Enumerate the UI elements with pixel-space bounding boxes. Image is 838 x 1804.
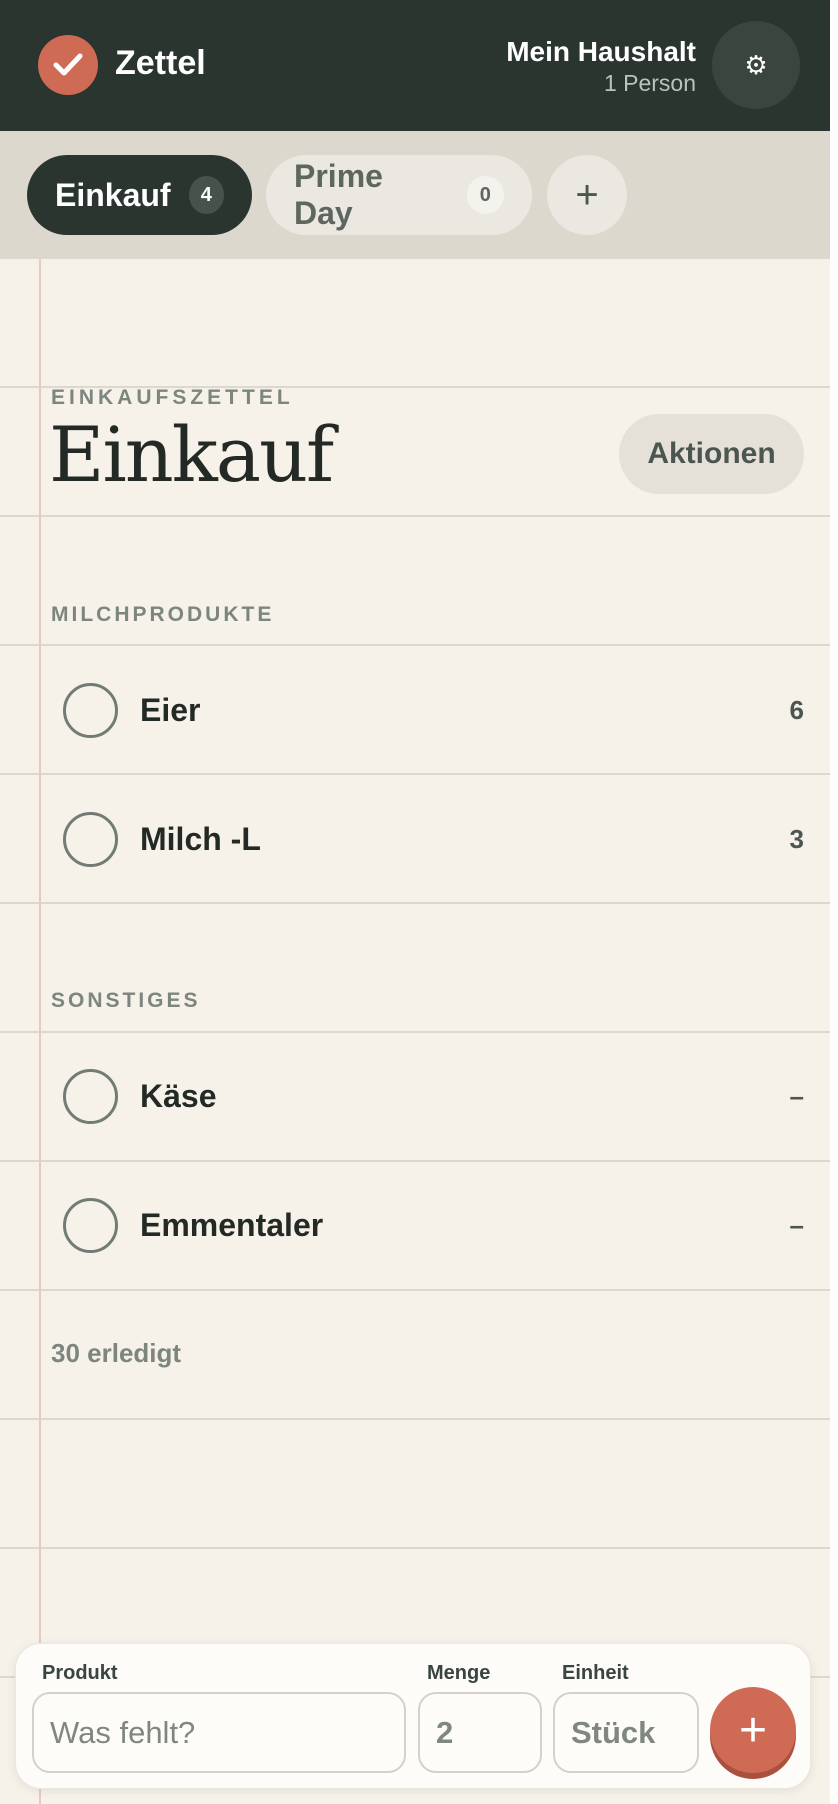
item-quantity: – <box>789 1080 804 1111</box>
checkmark-icon <box>38 35 98 95</box>
list-eyebrow: EINKAUFSZETTEL <box>51 386 294 409</box>
paper-margin-line <box>39 259 41 1804</box>
item-checkbox[interactable] <box>63 1068 118 1124</box>
page-title: Einkauf <box>49 410 334 499</box>
category-heading: SONSTIGES <box>51 989 201 1012</box>
list-tabs: Einkauf 4 Prime Day 0 + <box>0 131 830 259</box>
category-heading: MILCHPRODUKTE <box>51 603 275 626</box>
list-item[interactable]: Emmentaler – <box>41 1162 811 1288</box>
tab-count-badge: 4 <box>188 176 224 214</box>
tab-count-badge: 0 <box>466 176 504 214</box>
household-members: 1 Person <box>603 70 696 96</box>
item-quantity: 6 <box>789 694 804 725</box>
item-quantity: 3 <box>789 823 804 854</box>
app: Zettel Mein Haushalt 1 Person ⚙ Einkauf … <box>0 0 830 1804</box>
item-checkbox[interactable] <box>63 811 118 867</box>
add-item-form: Produkt Menge Einheit + <box>15 1643 811 1789</box>
product-label: Produkt <box>42 1662 118 1684</box>
scrollbar[interactable] <box>830 0 838 1804</box>
app-header: Zettel Mein Haushalt 1 Person ⚙ <box>0 0 830 131</box>
item-quantity: – <box>789 1209 804 1240</box>
household-name[interactable]: Mein Haushalt <box>506 36 696 68</box>
list-item[interactable]: Käse – <box>41 1033 811 1159</box>
item-name: Käse <box>140 1077 217 1114</box>
plus-icon: + <box>738 1703 768 1757</box>
list-item[interactable]: Eier 6 <box>41 647 811 773</box>
item-name: Eier <box>140 691 201 728</box>
app-title: Zettel <box>115 44 206 82</box>
unit-input[interactable] <box>553 1692 699 1773</box>
tab-prime-day[interactable]: Prime Day 0 <box>266 155 532 235</box>
add-item-button[interactable]: + <box>710 1687 796 1773</box>
product-input[interactable] <box>32 1692 406 1773</box>
quantity-input[interactable] <box>418 1692 542 1773</box>
list-item[interactable]: Milch -L 3 <box>41 776 811 902</box>
quantity-label: Menge <box>427 1662 491 1684</box>
settings-button[interactable]: ⚙ <box>712 21 800 109</box>
tab-einkauf[interactable]: Einkauf 4 <box>27 155 252 235</box>
actions-button[interactable]: Aktionen <box>619 414 804 494</box>
tab-label: Prime Day <box>294 158 383 231</box>
item-checkbox[interactable] <box>63 682 118 738</box>
done-count-toggle[interactable]: 30 erledigt <box>51 1338 181 1369</box>
item-name: Emmentaler <box>140 1206 324 1243</box>
gear-icon: ⚙ <box>744 49 768 80</box>
tab-label: Einkauf <box>55 176 171 213</box>
plus-icon: + <box>575 172 599 217</box>
add-list-button[interactable]: + <box>547 155 627 235</box>
item-checkbox[interactable] <box>63 1197 118 1253</box>
item-name: Milch -L <box>140 820 261 857</box>
unit-label: Einheit <box>562 1662 629 1684</box>
